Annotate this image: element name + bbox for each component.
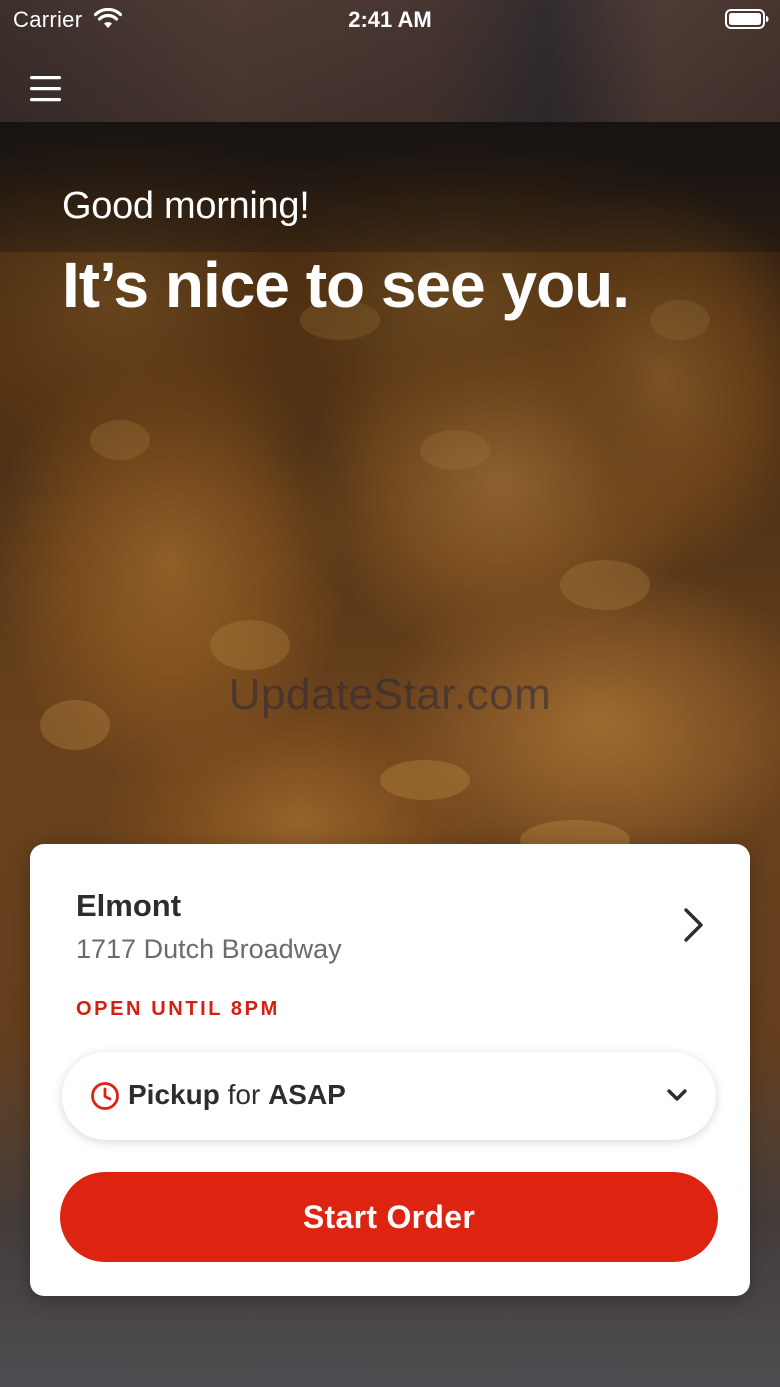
store-card: Elmont 1717 Dutch Broadway OPEN UNTIL 8P… (30, 844, 750, 1296)
order-mode-time: ASAP (268, 1079, 346, 1110)
chevron-down-icon (667, 1089, 687, 1101)
store-address: 1717 Dutch Broadway (76, 934, 342, 964)
status-bar: Carrier 2:41 AM (0, 0, 780, 40)
status-time: 2:41 AM (348, 7, 432, 32)
order-mode-text: Pickup for ASAP (128, 1079, 346, 1111)
store-hours: OPEN UNTIL 8PM (76, 998, 280, 1020)
battery-icon (725, 9, 769, 29)
order-mode-select[interactable]: Pickup for ASAP (62, 1052, 716, 1140)
greeting-text: Good morning! (62, 185, 310, 227)
watermark-text: UpdateStar.com (228, 670, 552, 719)
headline-text: It’s nice to see you. (62, 249, 630, 321)
chevron-right-icon (684, 908, 703, 942)
order-mode-connector: for (227, 1079, 261, 1110)
menu-button[interactable] (22, 68, 68, 110)
store-selector-row[interactable]: Elmont 1717 Dutch Broadway (30, 844, 750, 974)
order-mode-type: Pickup (128, 1079, 220, 1110)
hamburger-menu-icon (30, 76, 61, 102)
store-name: Elmont (76, 888, 182, 923)
clock-icon (91, 1082, 119, 1110)
start-order-button[interactable]: Start Order (60, 1172, 718, 1262)
